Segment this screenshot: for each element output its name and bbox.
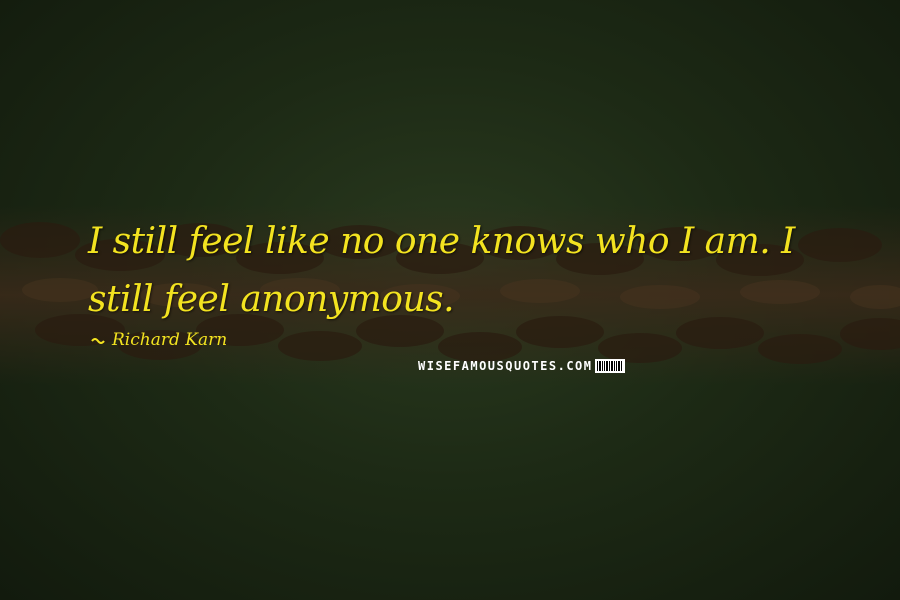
author-name: Richard Karn [112,330,228,350]
watermark-text: WISEFAMOUSQUOTES.COM [418,359,593,373]
author-attribution: Richard Karn [90,330,227,350]
watermark: WISEFAMOUSQUOTES.COM [418,359,625,373]
quote-dash-icon [91,338,105,344]
quote-text: I still feel like no one knows who I am.… [88,221,795,320]
barcode-icon [594,359,625,373]
